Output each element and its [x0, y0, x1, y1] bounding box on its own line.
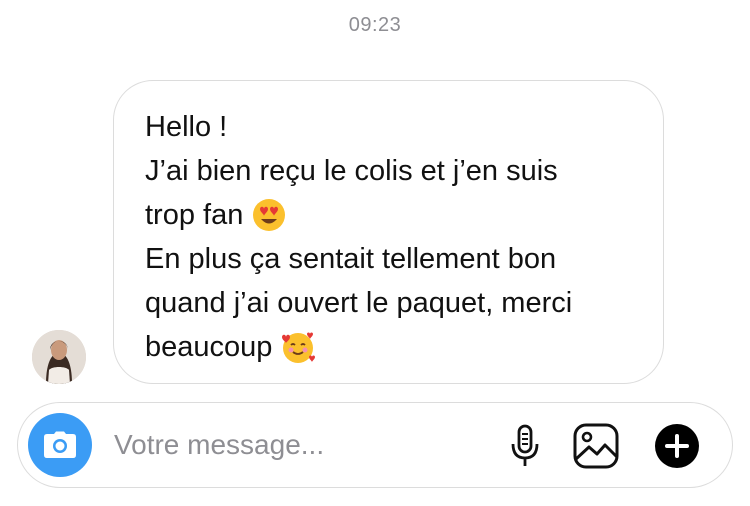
- message-line: J’ai bien reçu le colis et j’en suis: [145, 155, 558, 187]
- camera-button[interactable]: [28, 413, 92, 477]
- microphone-icon: [511, 424, 539, 466]
- message-bubble[interactable]: Hello ! J’ai bien reçu le colis et j’en …: [113, 80, 664, 384]
- heart-eyes-emoji-icon: [253, 199, 286, 231]
- message-composer[interactable]: Votre message...: [17, 402, 733, 488]
- microphone-button[interactable]: [501, 422, 549, 470]
- gallery-button[interactable]: [572, 422, 620, 470]
- message-line: Hello !: [145, 111, 228, 143]
- message-input[interactable]: Votre message...: [114, 403, 324, 487]
- smiling-face-with-hearts-emoji-icon: [282, 332, 316, 363]
- message-line: beaucoup: [145, 325, 643, 369]
- plus-icon: [655, 424, 699, 468]
- avatar-photo-icon: [32, 330, 86, 384]
- camera-icon: [44, 431, 76, 458]
- message-line: quand j’ai ouvert le paquet, merci: [145, 287, 573, 319]
- message-line: En plus ça sentait tellement bon: [145, 243, 557, 275]
- add-button[interactable]: [653, 422, 701, 470]
- message-line: trop fan: [145, 193, 643, 237]
- gallery-icon: [573, 423, 619, 469]
- avatar[interactable]: [32, 330, 86, 384]
- timestamp: 09:23: [348, 14, 402, 36]
